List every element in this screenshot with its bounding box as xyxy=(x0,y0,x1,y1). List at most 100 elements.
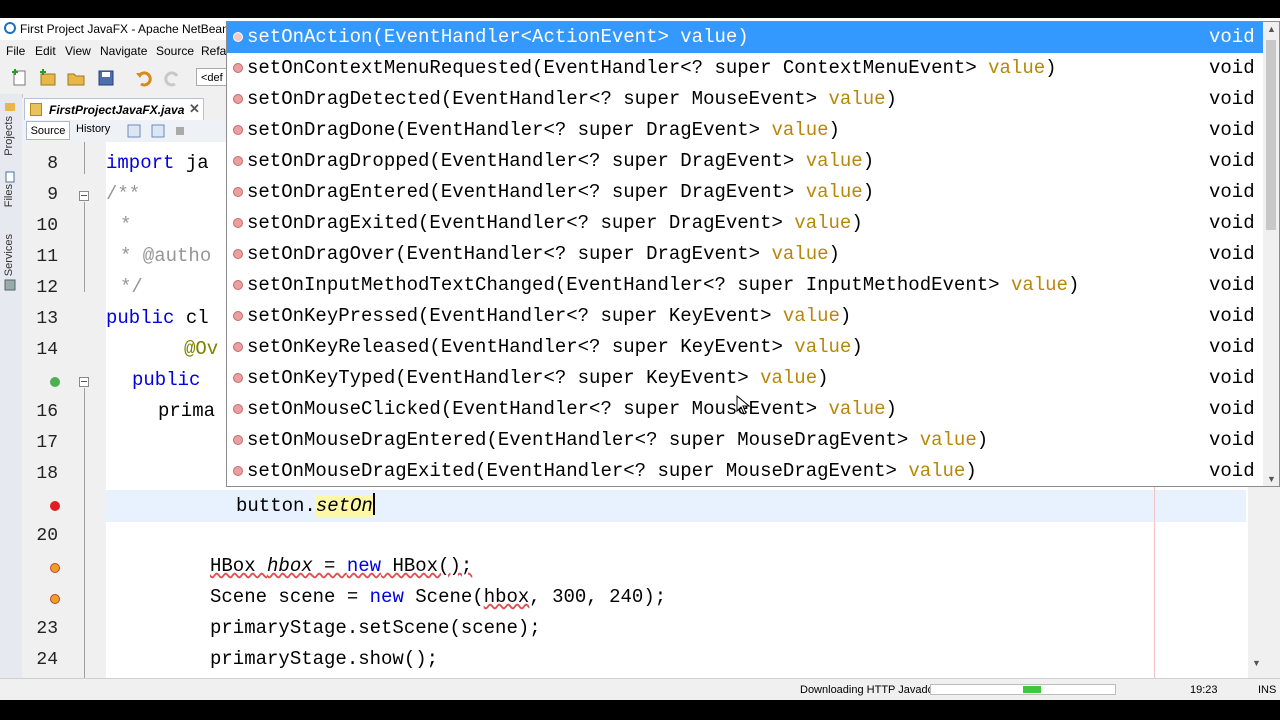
fold-toggle-icon[interactable] xyxy=(79,191,89,201)
code-line: HBox hbox = new HBox(); xyxy=(210,555,472,577)
code-line: * xyxy=(120,214,132,236)
signature-text: setOnDragDropped(EventHandler<? super Dr… xyxy=(247,150,806,172)
completion-item[interactable]: setOnAction(EventHandler<ActionEvent> va… xyxy=(227,22,1263,53)
progress-fill xyxy=(1023,686,1041,693)
undo-icon[interactable] xyxy=(134,68,154,88)
error-marker-icon[interactable] xyxy=(50,501,60,511)
param-name: value xyxy=(828,398,886,420)
signature-close: ) xyxy=(885,88,897,110)
completion-scrollbar[interactable]: ▲ ▼ xyxy=(1263,22,1279,486)
line-number: 23 xyxy=(36,619,58,639)
completion-item[interactable]: setOnKeyReleased(EventHandler<? super Ke… xyxy=(227,332,1263,363)
signature-close: ) xyxy=(828,119,840,141)
code-line: */ xyxy=(120,276,143,298)
completion-item[interactable]: setOnDragDropped(EventHandler<? super Dr… xyxy=(227,146,1263,177)
history-button[interactable]: History xyxy=(76,123,110,135)
line-number: 24 xyxy=(36,650,58,670)
open-project-icon[interactable] xyxy=(66,68,86,88)
completion-item[interactable]: setOnKeyTyped(EventHandler<? super KeyEv… xyxy=(227,363,1263,394)
fold-guide xyxy=(84,202,85,292)
signature-text: setOnKeyTyped(EventHandler<? super KeyEv… xyxy=(247,367,761,389)
param-name: value xyxy=(782,305,840,327)
completion-item[interactable]: setOnInputMethodTextChanged(EventHandler… xyxy=(227,270,1263,301)
code-line: primaryStage.setScene(scene); xyxy=(210,617,541,639)
signature-close: ) xyxy=(851,212,863,234)
method-icon xyxy=(233,125,243,135)
warning-marker-icon[interactable] xyxy=(50,563,60,573)
services-icon xyxy=(4,278,16,291)
code-line-current[interactable]: button.setOn xyxy=(236,493,375,517)
completion-item[interactable]: setOnDragDone(EventHandler<? super DragE… xyxy=(227,115,1263,146)
method-icon xyxy=(233,342,243,352)
tab-files[interactable]: Files xyxy=(3,184,15,207)
warning-marker-icon[interactable] xyxy=(50,594,60,604)
menu-navigate[interactable]: Navigate xyxy=(100,44,147,58)
code-text: HBox xyxy=(210,555,268,577)
fold-guide xyxy=(84,142,85,174)
window-title: First Project JavaFX - Apache NetBeans I… xyxy=(20,22,251,36)
param-name: value xyxy=(828,88,886,110)
method-signature: setOnMouseDragExited(EventHandler<? supe… xyxy=(247,460,977,482)
signature-text: setOnMouseDragExited(EventHandler<? supe… xyxy=(247,460,909,482)
code-text: Scene scene = xyxy=(210,586,370,608)
signature-text: setOnDragExited(EventHandler<? super Dra… xyxy=(247,212,795,234)
keyword: public xyxy=(106,307,175,329)
code-text: cl xyxy=(174,307,209,329)
method-signature: setOnDragEntered(EventHandler<? super Dr… xyxy=(247,181,874,203)
editor-action-icons[interactable] xyxy=(126,123,186,139)
new-file-icon[interactable] xyxy=(10,68,30,88)
signature-close: ) xyxy=(885,398,897,420)
tab-label: FirstProjectJavaFX.java xyxy=(49,103,185,117)
completion-item[interactable]: setOnMouseDragEntered(EventHandler<? sup… xyxy=(227,425,1263,456)
menu-edit[interactable]: Edit xyxy=(35,44,56,58)
java-file-icon xyxy=(30,103,42,116)
mouse-cursor-icon xyxy=(736,395,750,415)
code-line: * @autho xyxy=(120,245,212,267)
new-project-icon[interactable] xyxy=(38,68,58,88)
code-text: Scene( xyxy=(403,586,484,608)
save-all-icon[interactable] xyxy=(96,68,116,88)
menu-view[interactable]: View xyxy=(65,44,91,58)
overrides-marker-icon[interactable] xyxy=(50,377,60,387)
code-text: , 300, 240); xyxy=(529,586,667,608)
return-type: void xyxy=(1209,212,1255,234)
code-completion-popup: setOnAction(EventHandler<ActionEvent> va… xyxy=(226,21,1280,487)
scroll-up-icon[interactable]: ▲ xyxy=(1267,24,1276,34)
fold-toggle-icon[interactable] xyxy=(79,377,89,387)
param-name: value xyxy=(805,181,863,203)
completion-item[interactable]: setOnDragEntered(EventHandler<? super Dr… xyxy=(227,177,1263,208)
completion-item[interactable]: setOnDragOver(EventHandler<? super DragE… xyxy=(227,239,1263,270)
line-number: 9 xyxy=(47,185,58,205)
method-icon xyxy=(233,280,243,290)
method-icon xyxy=(233,187,243,197)
completion-item[interactable]: setOnContextMenuRequested(EventHandler<?… xyxy=(227,53,1263,84)
completion-item[interactable]: setOnKeyPressed(EventHandler<? super Key… xyxy=(227,301,1263,332)
screen-border-bottom xyxy=(0,700,1280,720)
tab-projects[interactable]: Projects xyxy=(3,116,15,156)
code-line: primaryStage.show(); xyxy=(210,648,439,670)
completion-item[interactable]: setOnMouseDragExited(EventHandler<? supe… xyxy=(227,456,1263,486)
line-number: 14 xyxy=(36,340,58,360)
completion-item[interactable]: setOnDragExited(EventHandler<? super Dra… xyxy=(227,208,1263,239)
signature-text: setOnContextMenuRequested(EventHandler<?… xyxy=(247,57,989,79)
source-button[interactable]: Source xyxy=(26,121,70,140)
completion-item[interactable]: setOnDragDetected(EventHandler<? super M… xyxy=(227,84,1263,115)
scroll-down-icon[interactable]: ▼ xyxy=(1267,474,1276,484)
menu-source[interactable]: Source xyxy=(156,44,194,58)
menu-file[interactable]: File xyxy=(6,44,25,58)
code-line: Scene scene = new Scene(hbox, 300, 240); xyxy=(210,586,666,608)
method-icon xyxy=(233,373,243,383)
method-signature: setOnKeyPressed(EventHandler<? super Key… xyxy=(247,305,851,327)
close-tab-icon[interactable]: ✕ xyxy=(189,101,200,117)
tab-first-project-javafx[interactable]: FirstProjectJavaFX.java ✕ xyxy=(24,98,204,120)
return-type: void xyxy=(1209,460,1255,482)
tab-services[interactable]: Services xyxy=(3,234,15,276)
caret-position: 19:23 xyxy=(1190,684,1218,696)
side-panel: Projects Files Services xyxy=(0,94,23,684)
menu-refactor[interactable]: Refa xyxy=(201,44,226,58)
scroll-thumb[interactable] xyxy=(1266,40,1276,230)
code-line: public xyxy=(132,369,201,391)
redo-icon[interactable] xyxy=(162,68,182,88)
signature-text: setOnDragOver(EventHandler<? super DragE… xyxy=(247,243,772,265)
scroll-down-icon[interactable]: ▼ xyxy=(1252,658,1261,668)
